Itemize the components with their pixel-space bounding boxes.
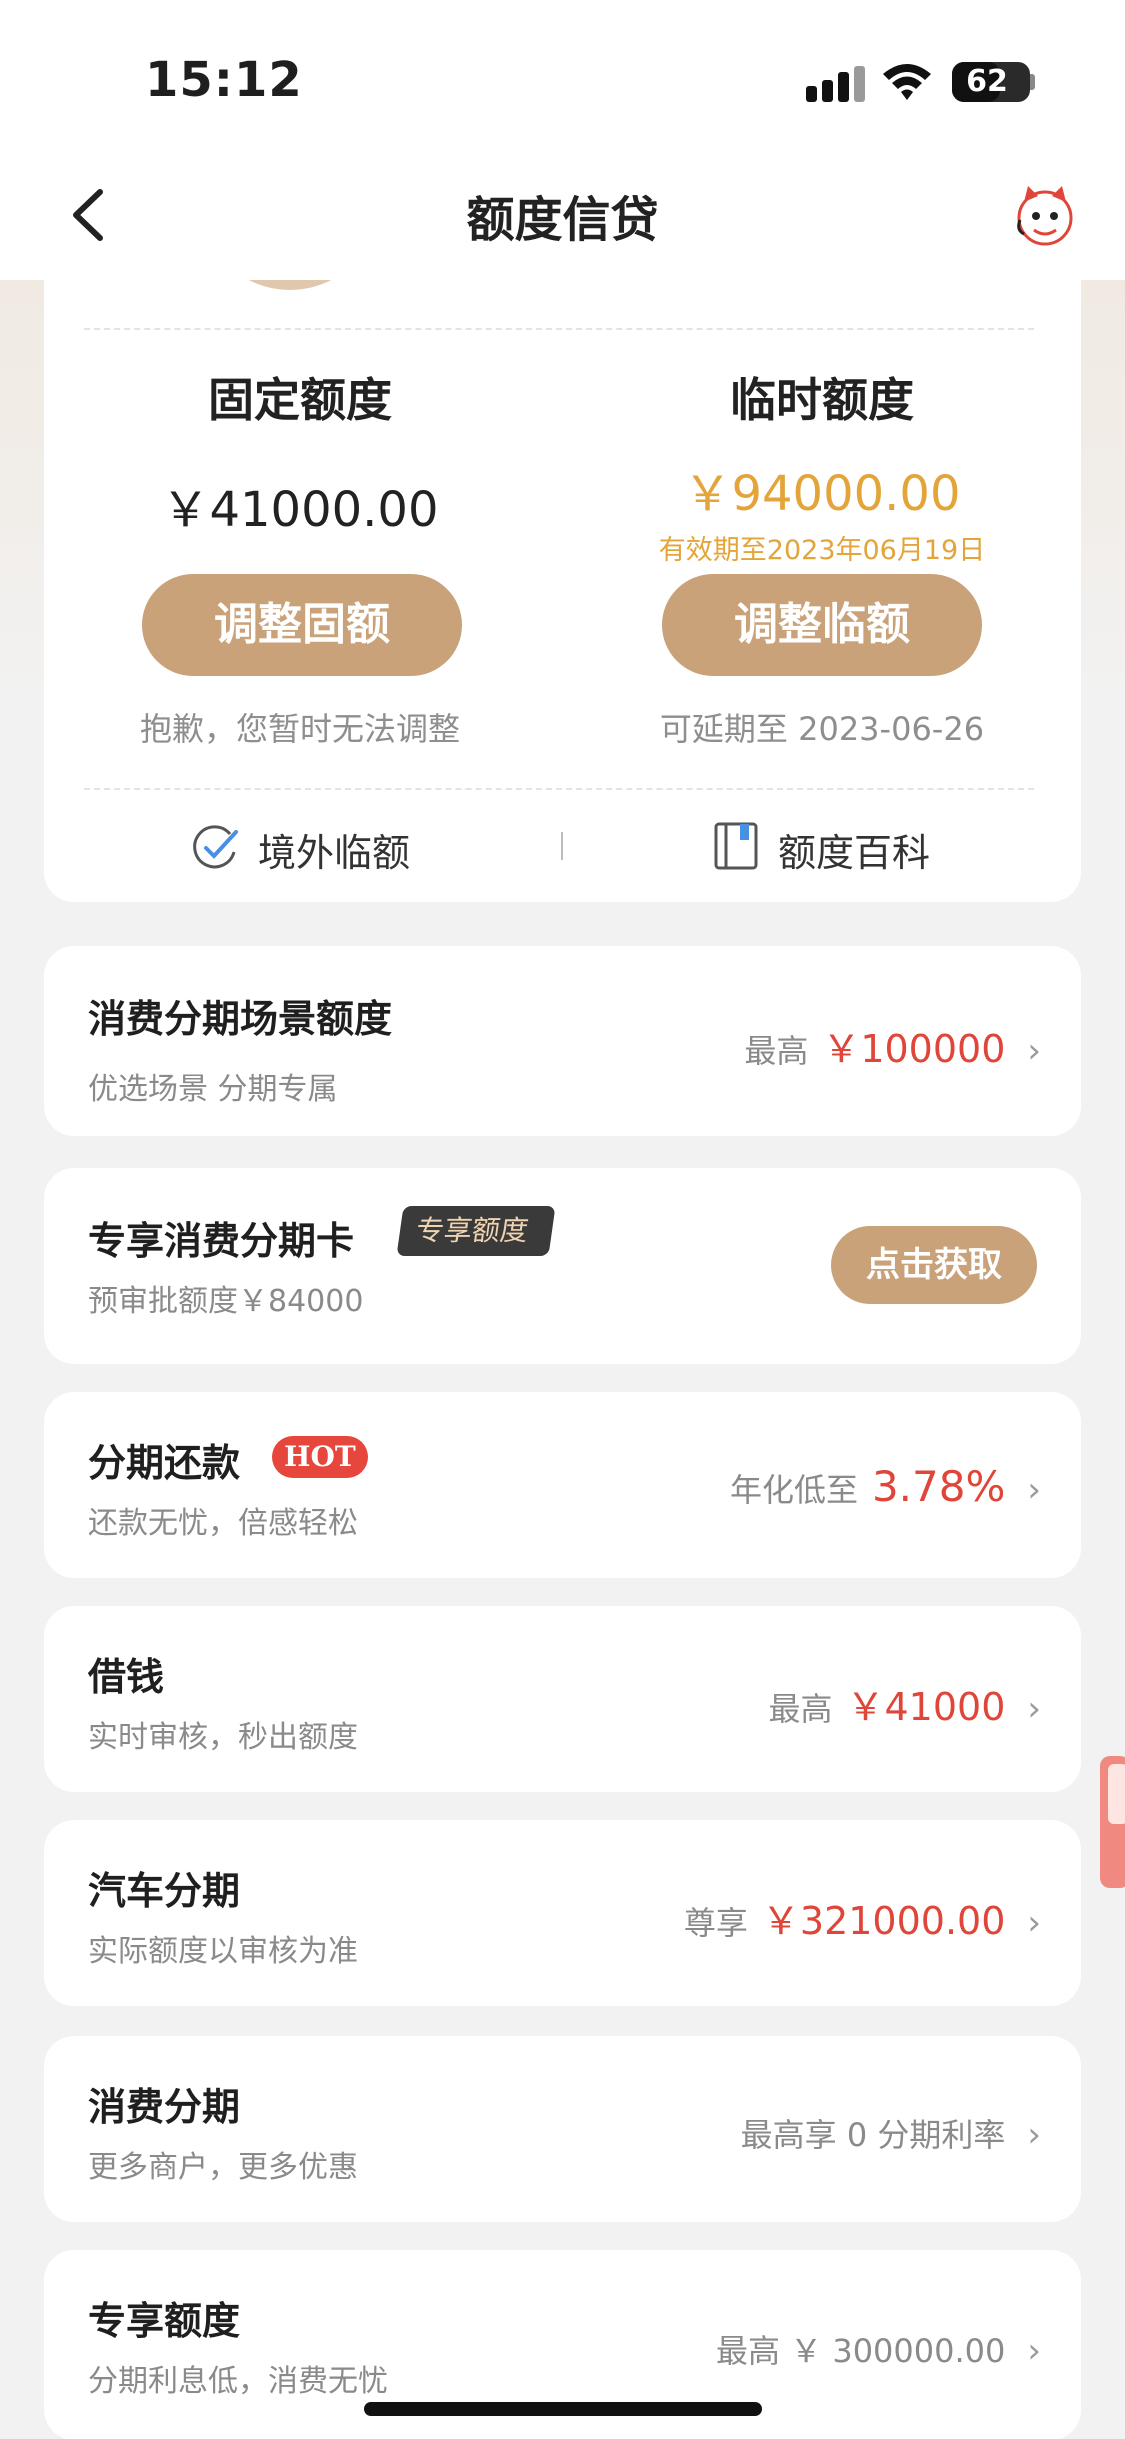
- battery-percent: 62: [966, 64, 1008, 99]
- installment-repay-card[interactable]: 分期还款 HOT 还款无忧，倍感轻松 年化低至 3.78% ›: [44, 1392, 1081, 1578]
- borrow-card[interactable]: 借钱 实时审核，秒出额度 最高 ￥41000 ›: [44, 1606, 1081, 1792]
- quota-wiki-label: 额度百科: [778, 831, 931, 875]
- exclusive-card-title: 专享消费分期卡: [88, 1219, 355, 1263]
- temp-quota-section: 临时额度 ￥94000.00 有效期至2023年06月19日: [562, 364, 1082, 567]
- car-installment-value: ￥321000.00: [761, 1899, 1006, 1943]
- exclusive-quota-value-group: 最高 ￥ 300000.00 ›: [716, 2326, 1041, 2372]
- installment-repay-value-group: 年化低至 3.78% ›: [730, 1462, 1041, 1511]
- borrow-title: 借钱: [88, 1655, 165, 1699]
- scene-quota-card[interactable]: 消费分期场景额度 优选场景 分期专属 最高 ￥100000 ›: [44, 946, 1081, 1136]
- cellular-signal-icon: [806, 66, 866, 102]
- exclusive-card-subtitle: 预审批额度￥84000: [88, 1284, 364, 1319]
- battery-cap: [1030, 74, 1035, 90]
- fixed-quota-title: 固定额度: [208, 373, 392, 427]
- chevron-right-icon: ›: [1027, 2331, 1041, 2371]
- car-installment-prefix: 尊享: [683, 1904, 748, 1942]
- status-time: 15:12: [145, 52, 303, 108]
- exclusive-quota-title: 专享额度: [88, 2299, 241, 2343]
- divider: [84, 328, 1034, 330]
- borrow-subtitle: 实时审核，秒出额度: [88, 1720, 358, 1755]
- battery-icon: 62: [952, 62, 1030, 102]
- link-divider: [561, 832, 563, 860]
- status-bar: 15:12 62: [0, 0, 1125, 150]
- scene-quota-title: 消费分期场景额度: [88, 997, 393, 1041]
- nav-bar: 额度信贷: [0, 150, 1125, 280]
- mascot-icon[interactable]: [1012, 182, 1078, 248]
- overseas-temp-quota-label: 境外临额: [258, 831, 411, 875]
- installment-repay-subtitle: 还款无忧，倍感轻松: [88, 1506, 358, 1541]
- exclusive-quota-text: 最高 ￥ 300000.00: [715, 2332, 1006, 2370]
- consume-installment-text: 最高享 0 分期利率: [740, 2116, 1006, 2154]
- borrow-value-group: 最高 ￥41000 ›: [768, 1676, 1041, 1731]
- adjust-fixed-quota-button[interactable]: 调整固额: [142, 574, 462, 676]
- chevron-right-icon: ›: [1027, 1903, 1041, 1943]
- exclusive-card-card[interactable]: 专享消费分期卡 专享额度 预审批额度￥84000 点击获取: [44, 1168, 1081, 1364]
- get-now-button[interactable]: 点击获取: [831, 1226, 1037, 1304]
- page-title: 额度信贷: [466, 192, 659, 248]
- consume-installment-card[interactable]: 消费分期 更多商户，更多优惠 最高享 0 分期利率 ›: [44, 2036, 1081, 2222]
- overseas-plane-icon: [193, 825, 238, 869]
- divider: [84, 788, 1034, 790]
- temp-quota-amount: ￥94000.00: [683, 466, 961, 522]
- car-installment-value-group: 尊享 ￥321000.00 ›: [684, 1890, 1041, 1945]
- fixed-quota-section: 固定额度 ￥41000.00: [40, 364, 560, 540]
- temp-quota-title: 临时额度: [730, 373, 914, 427]
- fixed-quota-hint: 抱歉，您暂时无法调整: [139, 710, 460, 748]
- fixed-quota-amount: ￥41000.00: [161, 482, 439, 538]
- wifi-icon: [883, 64, 931, 100]
- consume-installment-title: 消费分期: [88, 2085, 241, 2129]
- consume-installment-value-group: 最高享 0 分期利率 ›: [741, 2110, 1041, 2156]
- temp-quota-hint: 可延期至 2023-06-26: [659, 710, 985, 748]
- consume-installment-subtitle: 更多商户，更多优惠: [88, 2150, 358, 2185]
- scene-quota-value-group: 最高 ￥100000 ›: [744, 1018, 1041, 1073]
- chevron-right-icon: ›: [1027, 1470, 1041, 1510]
- hot-badge: HOT: [272, 1436, 368, 1478]
- quota-wiki-link[interactable]: 额度百科: [710, 816, 970, 876]
- installment-repay-rate: 3.78%: [871, 1462, 1006, 1511]
- home-indicator: [364, 2402, 762, 2416]
- exclusive-quota-tag: 专享额度: [396, 1206, 556, 1256]
- scene-quota-prefix: 最高: [744, 1032, 809, 1070]
- chevron-right-icon: ›: [1027, 1031, 1041, 1071]
- book-icon: [714, 822, 758, 870]
- chevron-right-icon: ›: [1027, 1689, 1041, 1729]
- car-installment-title: 汽车分期: [88, 1869, 241, 1913]
- borrow-value: ￥41000: [846, 1685, 1006, 1729]
- chevron-right-icon: ›: [1027, 2115, 1041, 2155]
- floating-gift-icon[interactable]: [1096, 1752, 1125, 1892]
- scene-quota-subtitle: 优选场景 分期专属: [88, 1072, 338, 1107]
- adjust-temp-quota-button[interactable]: 调整临额: [662, 574, 982, 676]
- car-installment-subtitle: 实际额度以审核为准: [88, 1934, 358, 1969]
- installment-repay-prefix: 年化低至: [729, 1471, 858, 1509]
- temp-quota-expire: 有效期至2023年06月19日: [658, 535, 986, 566]
- borrow-prefix: 最高: [768, 1690, 833, 1728]
- overseas-temp-quota-link[interactable]: 境外临额: [190, 816, 450, 876]
- exclusive-quota-subtitle: 分期利息低，消费无忧: [88, 2364, 388, 2399]
- car-installment-card[interactable]: 汽车分期 实际额度以审核为准 尊享 ￥321000.00 ›: [44, 1820, 1081, 2006]
- scene-quota-value: ￥100000: [822, 1027, 1006, 1071]
- installment-repay-title: 分期还款: [88, 1441, 241, 1485]
